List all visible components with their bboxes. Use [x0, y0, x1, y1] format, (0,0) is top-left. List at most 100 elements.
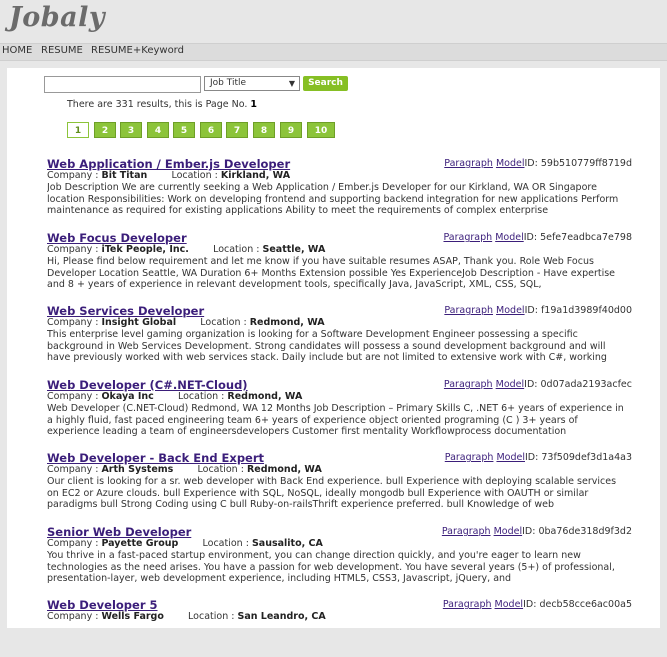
search-field-select[interactable]: Job Title ▼ [204, 76, 300, 91]
id-label: ID: [524, 158, 538, 169]
paragraph-link[interactable]: Paragraph [443, 599, 492, 610]
location-value: Redmond, WA [227, 391, 303, 402]
company-name: Wells Fargo [101, 611, 164, 622]
model-link[interactable]: Model [495, 232, 524, 243]
id-label: ID: [524, 305, 538, 316]
id-label: ID: [525, 452, 539, 463]
job-title-link[interactable]: Web Developer 5 [47, 598, 158, 612]
company-label: Company : [47, 317, 99, 328]
job-company-row: Company : Wells Fargo Location : San Lea… [47, 611, 326, 622]
job-company-row: Company : Okaya Inc Location : Redmond, … [47, 391, 302, 402]
job-company-row: Company : Insight Global Location : Redm… [47, 317, 325, 328]
paragraph-link[interactable]: Paragraph [444, 158, 493, 169]
location-label: Location : [200, 317, 247, 328]
location-value: Sausalito, CA [251, 538, 323, 549]
results-summary: There are 331 results, this is Page No. … [67, 99, 257, 110]
job-title-link[interactable]: Web Application / Ember.js Developer [47, 157, 290, 171]
company-name: Insight Global [101, 317, 177, 328]
page-link-5[interactable]: 5 [173, 122, 195, 138]
location-value: San Leandro, CA [237, 611, 326, 622]
results-text: There are 331 results, this is Page No. [67, 99, 248, 110]
location-label: Location : [177, 391, 225, 402]
model-link[interactable]: Model [496, 452, 525, 463]
id-label: ID: [523, 599, 537, 610]
page-link-7[interactable]: 7 [226, 122, 248, 138]
model-link[interactable]: Model [494, 526, 523, 537]
location-value: Kirkland, WA [220, 170, 291, 181]
paragraph-link[interactable]: Paragraph [444, 379, 493, 390]
job-id: 0ba76de318d9f3d2 [538, 526, 632, 537]
search-input[interactable] [44, 76, 201, 93]
company-name: Bit Titan [101, 170, 148, 181]
top-nav: HOME RESUME RESUME+Keyword [0, 43, 667, 61]
job-company-row: Company : iTek People, Inc. Location : S… [47, 244, 325, 255]
location-value: Seattle, WA [262, 244, 326, 255]
company-name: Okaya Inc [101, 391, 154, 402]
job-description: Hi, Please find below requirement and le… [47, 256, 616, 290]
company-label: Company : [47, 170, 99, 181]
job-meta: Paragraph ModelID: 0d07ada2193acfec [444, 379, 632, 390]
job-meta: Paragraph ModelID: 73f509def3d1a4a3 [445, 452, 632, 463]
model-link[interactable]: Model [495, 599, 524, 610]
location-label: Location : [213, 244, 260, 255]
chevron-down-icon: ▼ [288, 79, 295, 88]
site-logo[interactable]: Jobaly [9, 2, 105, 33]
company-label: Company : [47, 538, 99, 549]
paragraph-link[interactable]: Paragraph [442, 526, 491, 537]
company-label: Company : [47, 244, 99, 255]
company-label: Company : [47, 464, 99, 475]
id-label: ID: [524, 379, 538, 390]
id-label: ID: [523, 232, 538, 243]
page-link-2[interactable]: 2 [94, 122, 116, 138]
current-page-number: 1 [250, 99, 258, 110]
company-name: Arth Systems [101, 464, 174, 475]
model-link[interactable]: Model [496, 158, 525, 169]
location-value: Redmond, WA [246, 464, 322, 475]
nav-resume[interactable]: RESUME [41, 45, 83, 56]
page-link-8[interactable]: 8 [253, 122, 275, 138]
job-company-row: Company : Payette Group Location : Sausa… [47, 538, 323, 549]
company-label: Company : [47, 391, 99, 402]
page-link-10[interactable]: 10 [307, 122, 335, 138]
location-value: Redmond, WA [249, 317, 325, 328]
job-id: f19a1d3989f40d00 [540, 305, 632, 316]
job-company-row: Company : Bit Titan Location : Kirkland,… [47, 170, 290, 181]
job-meta: Paragraph ModelID: decb58cce6ac00a5 [443, 599, 632, 610]
job-title-link[interactable]: Web Developer - Back End Expert [47, 451, 264, 465]
job-id: 59b510779ff8719d [540, 158, 632, 169]
location-label: Location : [202, 538, 249, 549]
paragraph-link[interactable]: Paragraph [445, 452, 494, 463]
page-link-3[interactable]: 3 [120, 122, 142, 138]
job-description: Our client is looking for a sr. web deve… [47, 476, 617, 510]
job-description: This enterprise level gaming organizatio… [47, 329, 607, 363]
paragraph-link[interactable]: Paragraph [444, 305, 493, 316]
company-label: Company : [47, 611, 99, 622]
company-name: iTek People, Inc. [101, 244, 189, 255]
job-title-link[interactable]: Web Services Developer [47, 304, 204, 318]
job-meta: Paragraph ModelID: f19a1d3989f40d00 [444, 305, 632, 316]
job-meta: Paragraph ModelID: 59b510779ff8719d [444, 158, 632, 169]
model-link[interactable]: Model [496, 379, 525, 390]
job-meta: Paragraph ModelID: 0ba76de318d9f3d2 [442, 526, 632, 537]
page-link-4[interactable]: 4 [147, 122, 169, 138]
page-link-9[interactable]: 9 [280, 122, 302, 138]
job-company-row: Company : Arth Systems Location : Redmon… [47, 464, 322, 475]
paragraph-link[interactable]: Paragraph [443, 232, 492, 243]
location-label: Location : [188, 611, 235, 622]
job-title-link[interactable]: Senior Web Developer [47, 525, 191, 539]
page-link-6[interactable]: 6 [200, 122, 222, 138]
job-meta: Paragraph ModelID: 5efe7eadbca7e798 [443, 232, 632, 243]
job-description: You thrive in a fast-paced startup envir… [47, 550, 615, 584]
job-id: 73f509def3d1a4a3 [541, 452, 632, 463]
job-title-link[interactable]: Web Developer (C#.NET-Cloud) [47, 378, 248, 392]
search-button[interactable]: Search [303, 76, 348, 91]
nav-resume-keyword[interactable]: RESUME+Keyword [91, 45, 184, 56]
job-id: 0d07ada2193acfec [540, 379, 632, 390]
model-link[interactable]: Model [496, 305, 525, 316]
page-link-1[interactable]: 1 [67, 122, 89, 138]
job-id: decb58cce6ac00a5 [539, 599, 632, 610]
job-title-link[interactable]: Web Focus Developer [47, 231, 187, 245]
nav-home[interactable]: HOME [2, 45, 32, 56]
company-name: Payette Group [101, 538, 179, 549]
job-id: 5efe7eadbca7e798 [540, 232, 632, 243]
